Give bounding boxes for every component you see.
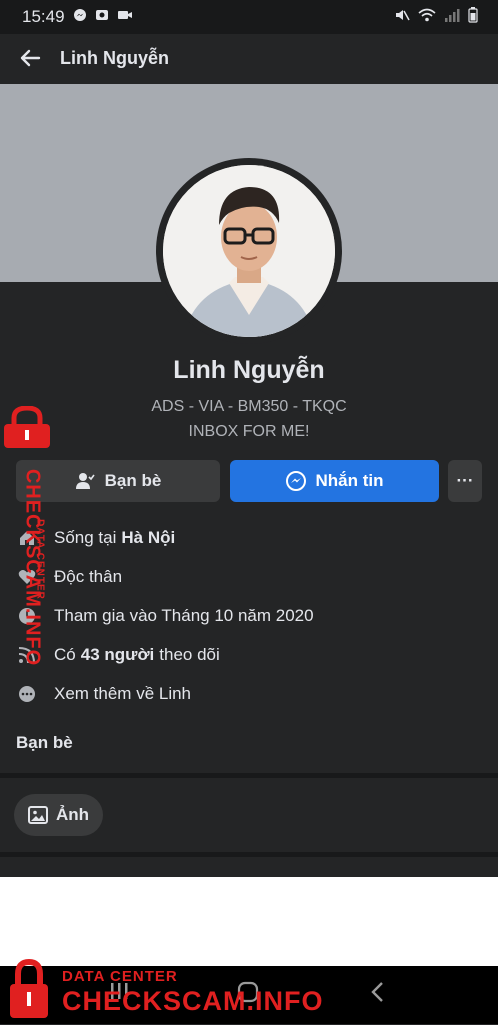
more-circle-icon [16,683,38,705]
followers-suffix: theo dõi [159,644,220,664]
messenger-icon [285,471,306,491]
back-arrow-icon[interactable] [16,44,44,72]
watermark-big-text: CHECKSCAM.INFO [21,468,44,667]
joined-date: Tham gia vào Tháng 10 năm 2020 [54,605,314,625]
camera-app-icon [95,7,109,27]
profile-actions: Bạn bè Nhắn tin ··· [16,460,482,502]
profile-name: Linh Nguyễn [173,356,325,384]
wifi-icon [418,7,436,28]
battery-icon [468,6,478,28]
signal-icon [444,7,460,28]
photos-label: Ảnh [55,805,90,824]
back-nav-icon[interactable] [368,980,388,1010]
status-time: 15:49 [22,7,65,26]
followers-prefix: Có [54,644,76,664]
profile-bio-line-2: INBOX FOR ME! [188,423,310,440]
detail-relationship: Độc thân [16,557,482,596]
relationship-status: Độc thân [54,566,123,586]
top-app-bar: Linh Nguyễn [0,34,498,82]
more-dots-icon: ··· [456,471,474,490]
lives-in-prefix: Sống tại [54,527,117,547]
profile-bio-line-1: ADS - VIA - BM350 - TKQC [151,398,347,415]
followers-count: 43 người [80,644,155,664]
detail-followers[interactable]: Có 43 người theo dõi [16,635,482,674]
avatar [163,165,335,337]
watermark-lock-icon [8,958,50,1020]
section-divider [0,852,498,857]
status-bar: 15:49 [0,0,498,34]
detail-see-more[interactable]: Xem thêm về Linh [16,674,482,713]
friends-button-label: Bạn bè [104,471,162,490]
video-icon [117,7,133,27]
see-more-about-link[interactable]: Xem thêm về Linh [54,684,191,704]
lives-in-city[interactable]: Hà Nội [121,528,175,548]
profile-details: Sống tại Hà Nội Độc thân Tham gia vào Thá… [16,518,482,713]
messenger-icon [73,7,87,27]
photos-button[interactable]: Ảnh [14,794,103,836]
watermark-small-text: DATA CENTER [62,968,178,985]
section-divider [0,773,498,778]
friend-check-icon [75,472,95,490]
watermark-lock-icon [4,406,50,448]
detail-lives-in: Sống tại Hà Nội [16,518,482,557]
watermark-side: DATA CENTER CHECKSCAM.INFO [2,406,54,666]
content-loading-area [0,877,498,966]
more-options-button[interactable]: ··· [448,460,482,502]
page-title: Linh Nguyễn [60,47,169,68]
profile-picture[interactable] [156,158,342,344]
photo-icon [27,806,48,824]
message-button-label: Nhắn tin [315,471,384,490]
watermark-big-text: CHECKSCAM.INFO [62,986,324,1016]
mute-icon [394,7,410,28]
detail-joined: Tham gia vào Tháng 10 năm 2020 [16,596,482,635]
friends-section-heading: Bạn bè [16,733,73,752]
message-button[interactable]: Nhắn tin [230,460,439,502]
